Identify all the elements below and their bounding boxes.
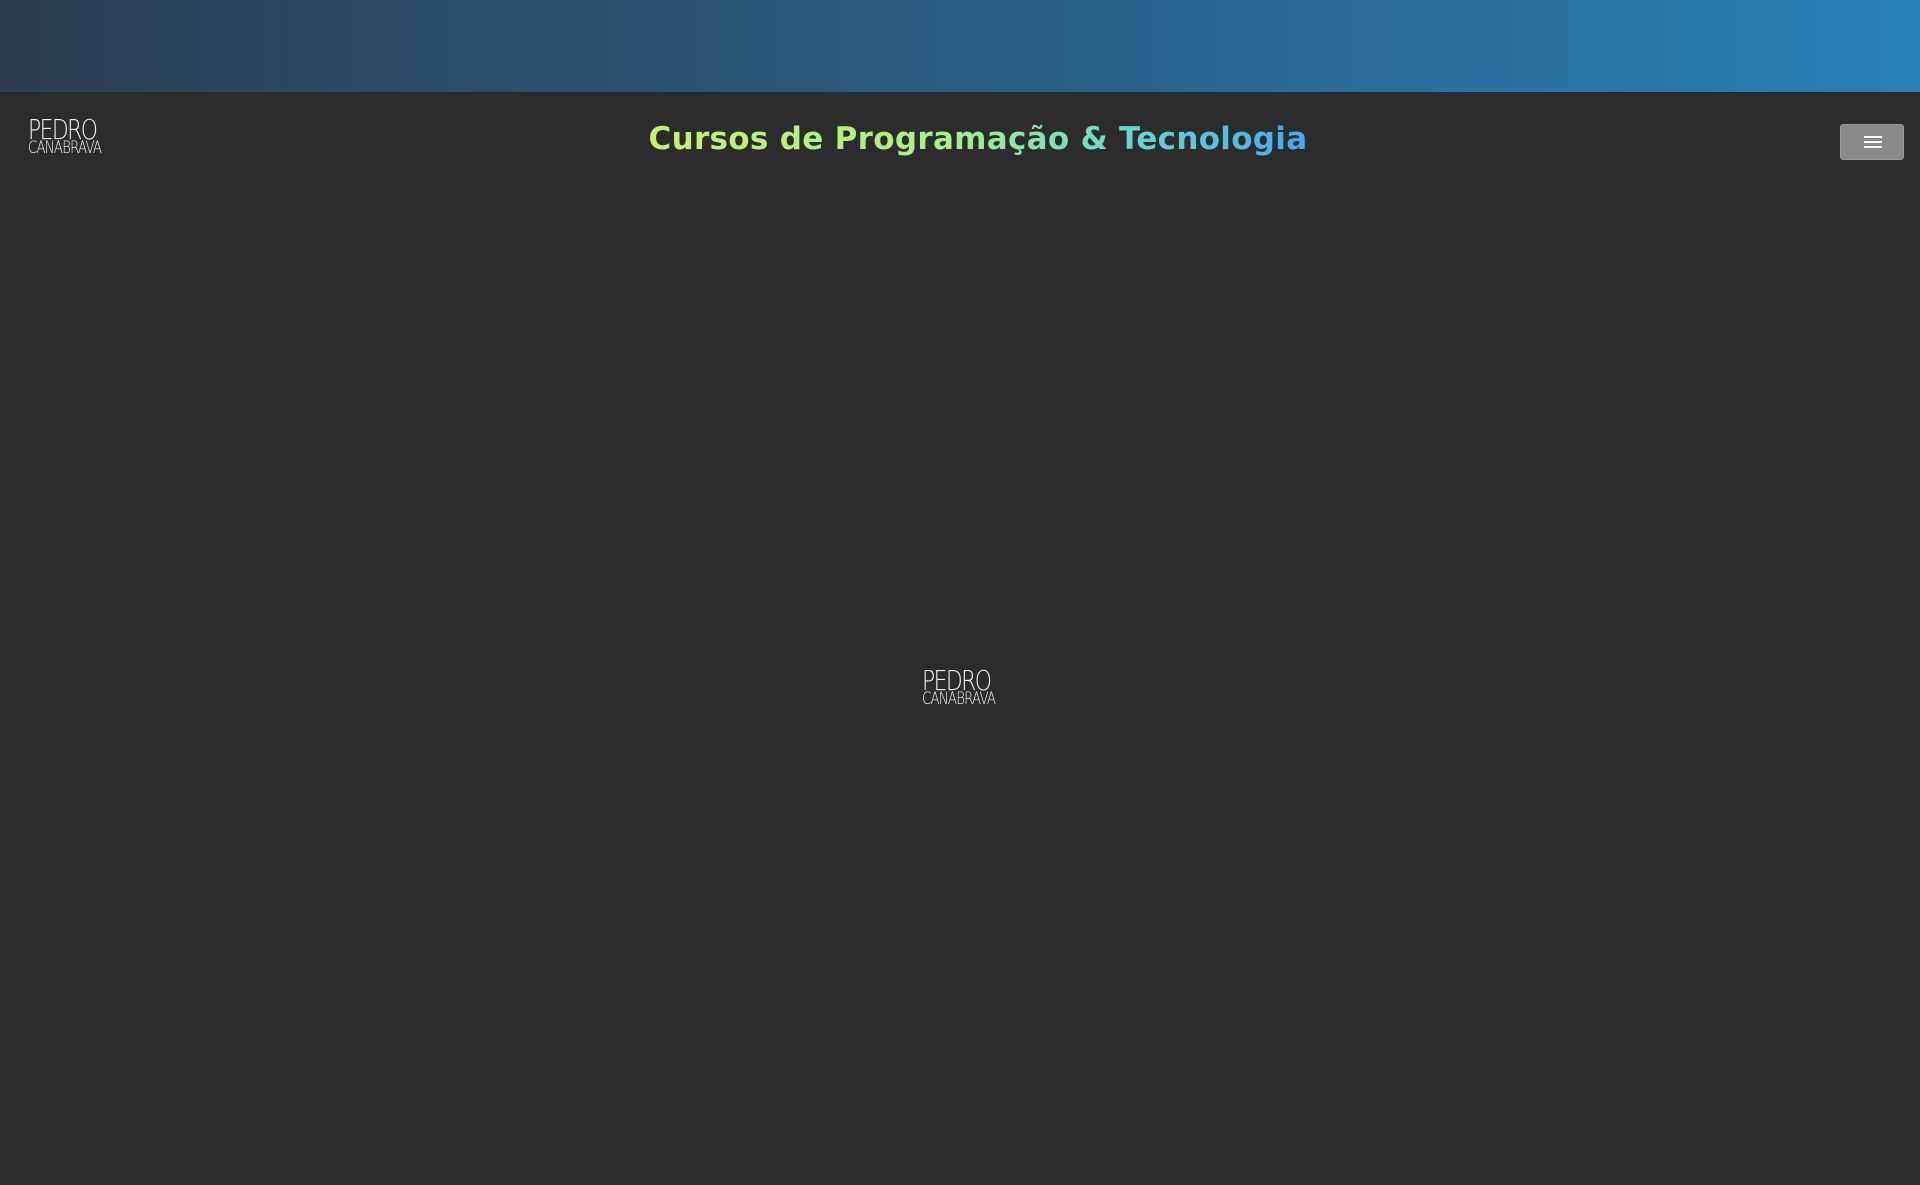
navbar: PEDRO CANABRAVA Cursos de Programação & … (0, 93, 1920, 191)
loading-logo-line-2: CANABRAVA (922, 689, 996, 709)
page-title: Cursos de Programação & Tecnologia (0, 121, 1920, 157)
loading-logo: PEDRO CANABRAVA (922, 667, 1002, 713)
main-content: PEDRO CANABRAVA (0, 191, 1920, 1185)
page-title-text: Cursos de Programação & Tecnologia (648, 121, 1308, 157)
top-gradient-banner (0, 0, 1920, 93)
menu-toggle-button[interactable] (1840, 124, 1904, 160)
